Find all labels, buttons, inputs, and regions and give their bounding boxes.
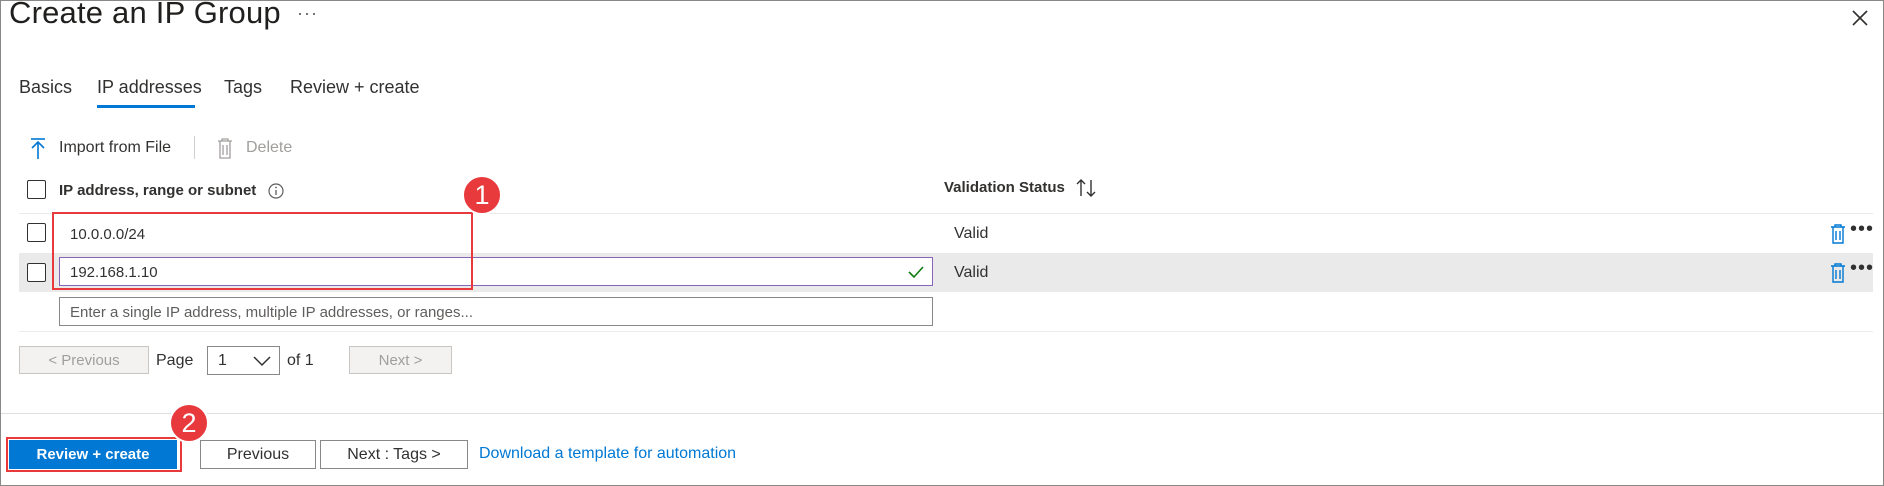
pagination-next-button[interactable]: Next > bbox=[349, 346, 452, 374]
import-from-file-button[interactable]: Import from File bbox=[27, 136, 187, 162]
column-header-validation-status[interactable]: Validation Status bbox=[944, 179, 1065, 196]
next-tags-button[interactable]: Next : Tags > bbox=[320, 440, 468, 469]
tab-tags[interactable]: Tags bbox=[224, 77, 262, 98]
download-template-link[interactable]: Download a template for automation bbox=[479, 445, 736, 463]
footer-divider bbox=[1, 413, 1883, 414]
validation-status: Valid bbox=[954, 225, 989, 242]
active-tab-indicator bbox=[97, 105, 195, 108]
callout-marker-2: 2 bbox=[169, 403, 209, 443]
close-icon[interactable] bbox=[1849, 7, 1871, 29]
callout-marker-1: 1 bbox=[462, 175, 502, 215]
row-more-icon[interactable]: ••• bbox=[1850, 257, 1874, 280]
pagination-previous-button[interactable]: < Previous bbox=[19, 346, 149, 374]
info-icon[interactable] bbox=[267, 182, 285, 200]
page-title: Create an IP Group bbox=[9, 0, 281, 30]
page-select[interactable]: 1 bbox=[207, 346, 280, 375]
callout-highlight-ip-rows bbox=[52, 212, 473, 290]
page-count-label: of 1 bbox=[287, 352, 314, 369]
select-all-checkbox[interactable] bbox=[27, 180, 46, 199]
upload-arrow-icon bbox=[31, 138, 45, 159]
sort-icon[interactable] bbox=[1075, 176, 1097, 200]
tab-ip-addresses[interactable]: IP addresses bbox=[97, 77, 202, 98]
create-ip-group-blade: Create an IP Group ··· Basics IP address… bbox=[0, 0, 1884, 486]
page-label: Page bbox=[156, 352, 194, 369]
callout-highlight-review-button bbox=[6, 437, 182, 472]
more-options-button[interactable]: ··· bbox=[297, 3, 318, 24]
trash-icon bbox=[218, 138, 232, 159]
import-label: Import from File bbox=[59, 139, 172, 156]
new-ip-input[interactable]: Enter a single IP address, multiple IP a… bbox=[59, 297, 933, 326]
tab-review-create[interactable]: Review + create bbox=[290, 77, 420, 98]
previous-button[interactable]: Previous bbox=[200, 440, 316, 469]
table-bottom-divider bbox=[19, 331, 1873, 332]
toolbar-separator bbox=[194, 136, 195, 159]
trash-icon[interactable] bbox=[1829, 223, 1847, 245]
column-header-ip: IP address, range or subnet bbox=[59, 182, 257, 199]
row-checkbox[interactable] bbox=[27, 223, 46, 242]
validation-status: Valid bbox=[954, 264, 989, 281]
row-checkbox[interactable] bbox=[27, 263, 46, 282]
delete-button[interactable]: Delete bbox=[216, 136, 296, 162]
chevron-down-icon bbox=[253, 356, 271, 367]
delete-label: Delete bbox=[246, 139, 293, 156]
trash-icon[interactable] bbox=[1829, 262, 1847, 284]
row-more-icon[interactable]: ••• bbox=[1850, 218, 1874, 241]
tab-basics[interactable]: Basics bbox=[19, 77, 72, 98]
page-select-value: 1 bbox=[218, 352, 227, 369]
checkmark-icon bbox=[908, 266, 924, 279]
